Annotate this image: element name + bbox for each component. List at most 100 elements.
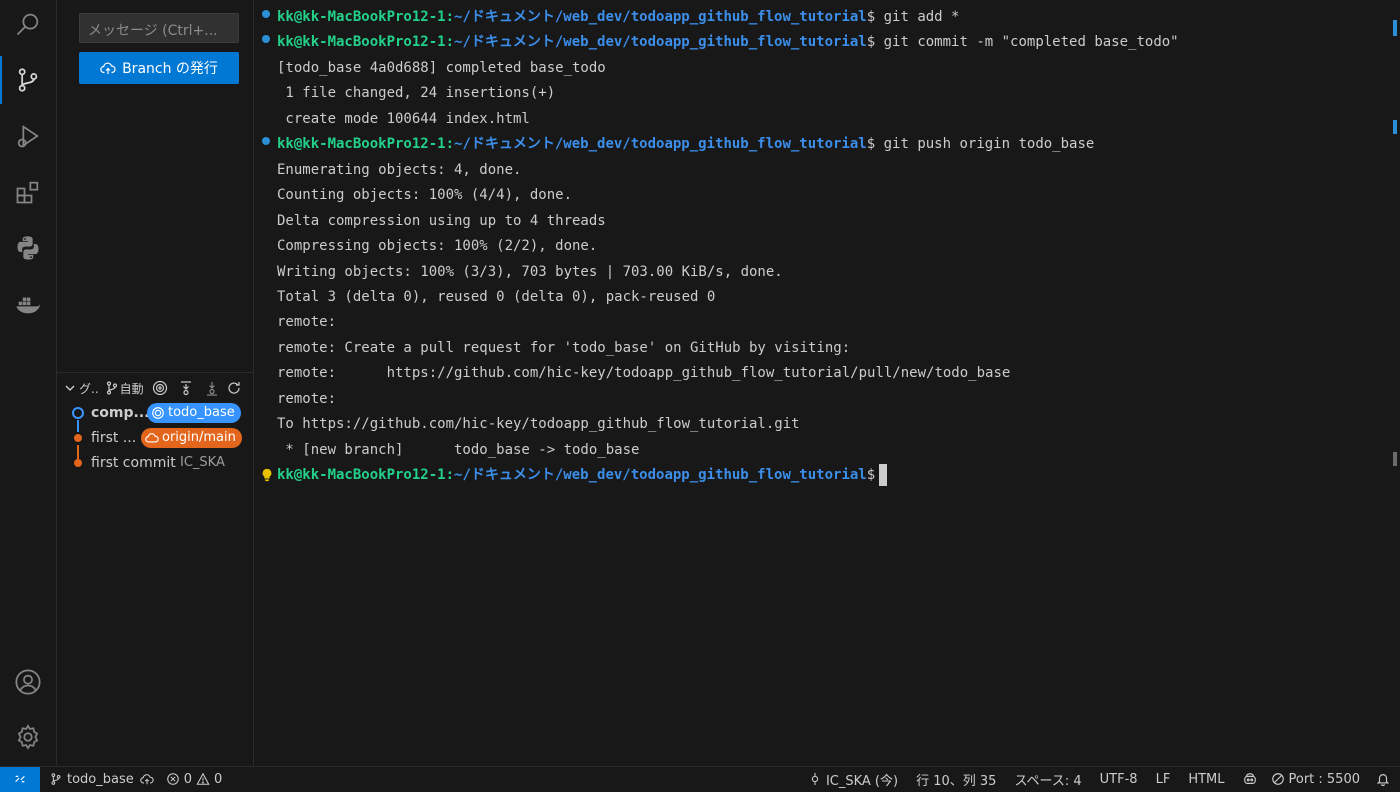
graph-section-title: グ.. [79, 381, 99, 396]
terminal-output-line: * [new branch] todo_base -> todo_base [277, 441, 640, 458]
cloud-upload-icon [100, 62, 116, 74]
terminal-prompt-line: kk@kk-MacBookPro12-1:~/ドキュメント/web_dev/to… [277, 30, 1179, 55]
remote-branch-badge: origin/main [141, 427, 242, 448]
branch-status[interactable]: todo_base [49, 772, 134, 787]
target-icon [152, 406, 164, 419]
error-count: 0 [183, 771, 193, 787]
cursor-position[interactable]: 行 10、列 35 [916, 770, 996, 789]
end-of-line[interactable]: LF [1156, 772, 1171, 787]
account-icon[interactable] [0, 658, 56, 706]
branch-icon [51, 773, 61, 785]
commit-author: IC_SKA [180, 455, 225, 470]
branch-badge-label: todo_base [168, 405, 235, 420]
graph-commit-row[interactable]: first commit IC_SKA [57, 450, 253, 475]
prompt-separator: : [445, 467, 455, 484]
commit-icon [811, 772, 819, 786]
prompt-path: ~/ドキュメント/web_dev/todoapp_github_flow_tut… [454, 467, 867, 484]
chevron-down-icon[interactable] [62, 380, 78, 396]
prompt-separator: : [445, 136, 455, 153]
pull-icon[interactable] [204, 380, 220, 396]
notifications-bell-icon[interactable] [1376, 772, 1390, 786]
lightbulb-icon[interactable] [260, 467, 274, 487]
python-icon[interactable] [0, 224, 56, 272]
prompt-user: kk@kk-MacBookPro12-1 [277, 467, 446, 484]
source-control-icon[interactable] [0, 56, 56, 104]
terminal-output-line: Total 3 (delta 0), reused 0 (delta 0), p… [277, 288, 716, 305]
terminal-output-line: Delta compression using up to 4 threads [277, 212, 606, 229]
publish-branch-label: Branch の発行 [122, 61, 218, 77]
terminal-command: $ git push origin todo_base [866, 136, 1095, 153]
terminal-output-line: remote: [277, 390, 337, 407]
explorer-search-icon[interactable] [0, 0, 56, 48]
command-decoration[interactable] [262, 35, 270, 44]
commit-message: first commit [91, 454, 176, 471]
scrollbar-marker [1393, 120, 1397, 134]
prohibited-icon [1271, 773, 1284, 785]
cursor-position-text: 行 10、列 35 [916, 773, 997, 789]
prompt-path: ~/ドキュメント/web_dev/todoapp_github_flow_tut… [454, 136, 867, 153]
status-bar: todo_base 0 0 IC_SKA (今) 行 10、列 35 スペース:… [0, 766, 1400, 792]
commit-message-input[interactable]: メッセージ (Ctrl+... [79, 13, 239, 43]
terminal-panel[interactable]: kk@kk-MacBookPro12-1:~/ドキュメント/web_dev/to… [254, 0, 1400, 766]
indentation[interactable]: スペース: 4 [1014, 770, 1081, 789]
refresh-icon[interactable] [226, 380, 242, 396]
run-debug-icon[interactable] [0, 112, 56, 160]
error-icon [166, 773, 179, 785]
commit-author-text: IC_SKA (今) [825, 773, 899, 789]
graph-branch-filter[interactable]: 自動 [104, 380, 144, 397]
prompt-separator: : [445, 34, 455, 51]
eol-text: LF [1155, 771, 1171, 787]
commit-dot [74, 458, 82, 467]
terminal-command: $ [866, 467, 876, 484]
terminal-prompt-line: kk@kk-MacBookPro12-1:~/ドキュメント/web_dev/to… [277, 132, 1094, 157]
terminal-cursor [879, 464, 888, 487]
prompt-separator: : [445, 9, 455, 25]
encoding-text: UTF-8 [1099, 771, 1138, 787]
branch-name: todo_base [67, 771, 134, 787]
prompt-path: ~/ドキュメント/web_dev/todoapp_github_flow_tut… [454, 34, 867, 51]
commit-message: first ... [91, 429, 137, 446]
problems-status[interactable]: 0 0 [166, 771, 222, 787]
scrollbar-marker [1393, 452, 1397, 466]
command-decoration[interactable] [262, 137, 270, 146]
extensions-icon[interactable] [0, 168, 56, 216]
terminal-output-line: Enumerating objects: 4, done. [277, 161, 522, 178]
encoding[interactable]: UTF-8 [1100, 772, 1138, 787]
commit-dot [74, 433, 82, 442]
terminal-output-line: remote: Create a pull request for 'todo_… [277, 339, 851, 356]
fetch-icon[interactable] [178, 380, 194, 396]
remote-icon [15, 775, 25, 783]
target-icon[interactable] [152, 380, 168, 396]
command-decoration[interactable] [262, 10, 270, 18]
terminal-output-line: To https://github.com/hic-key/todoapp_gi… [277, 416, 800, 433]
warning-icon [196, 772, 210, 785]
graph-commit-row[interactable]: first ... origin/main [57, 425, 253, 450]
publish-branch-button[interactable]: Branch の発行 [79, 52, 239, 84]
terminal-output-line: remote: https://github.com/hic-key/todoa… [277, 365, 1011, 382]
settings-gear-icon[interactable] [0, 713, 56, 761]
prompt-user: kk@kk-MacBookPro12-1 [277, 34, 446, 51]
language-mode[interactable]: HTML [1188, 772, 1224, 787]
remote-indicator[interactable] [0, 766, 40, 792]
graph-commit-row[interactable]: comp... todo_base [57, 400, 253, 425]
terminal-output-line: 1 file changed, 24 insertions(+) [277, 85, 556, 102]
commit-message: comp... [91, 404, 150, 421]
publish-status[interactable] [140, 772, 154, 786]
graph-auto-label: 自動 [119, 381, 144, 396]
commit-author-status[interactable]: IC_SKA (今) [808, 770, 898, 789]
cloud-icon [145, 432, 159, 443]
branch-icon [106, 381, 117, 395]
graph-section-header[interactable]: グ.. 自動 [57, 372, 253, 403]
terminal-output-line: [todo_base 4a0d688] completed base_todo [277, 59, 606, 76]
terminal-prompt-line: kk@kk-MacBookPro12-1:~/ドキュメント/web_dev/to… [277, 463, 888, 488]
copilot-icon[interactable] [1243, 772, 1257, 786]
indentation-text: スペース: 4 [1014, 773, 1082, 789]
terminal-command: $ git commit -m "completed base_todo" [866, 34, 1179, 51]
source-control-panel: メッセージ (Ctrl+... Branch の発行 グ.. 自動 comp..… [57, 0, 254, 766]
port-text: Port : 5500 [1288, 771, 1361, 787]
terminal-output-line: Counting objects: 100% (4/4), done. [277, 187, 573, 204]
docker-icon[interactable] [0, 280, 56, 328]
terminal-output-line: Compressing objects: 100% (2/2), done. [277, 238, 598, 255]
live-server-port[interactable]: Port : 5500 [1271, 771, 1361, 787]
terminal-output-line: Writing objects: 100% (3/3), 703 bytes |… [277, 263, 783, 280]
